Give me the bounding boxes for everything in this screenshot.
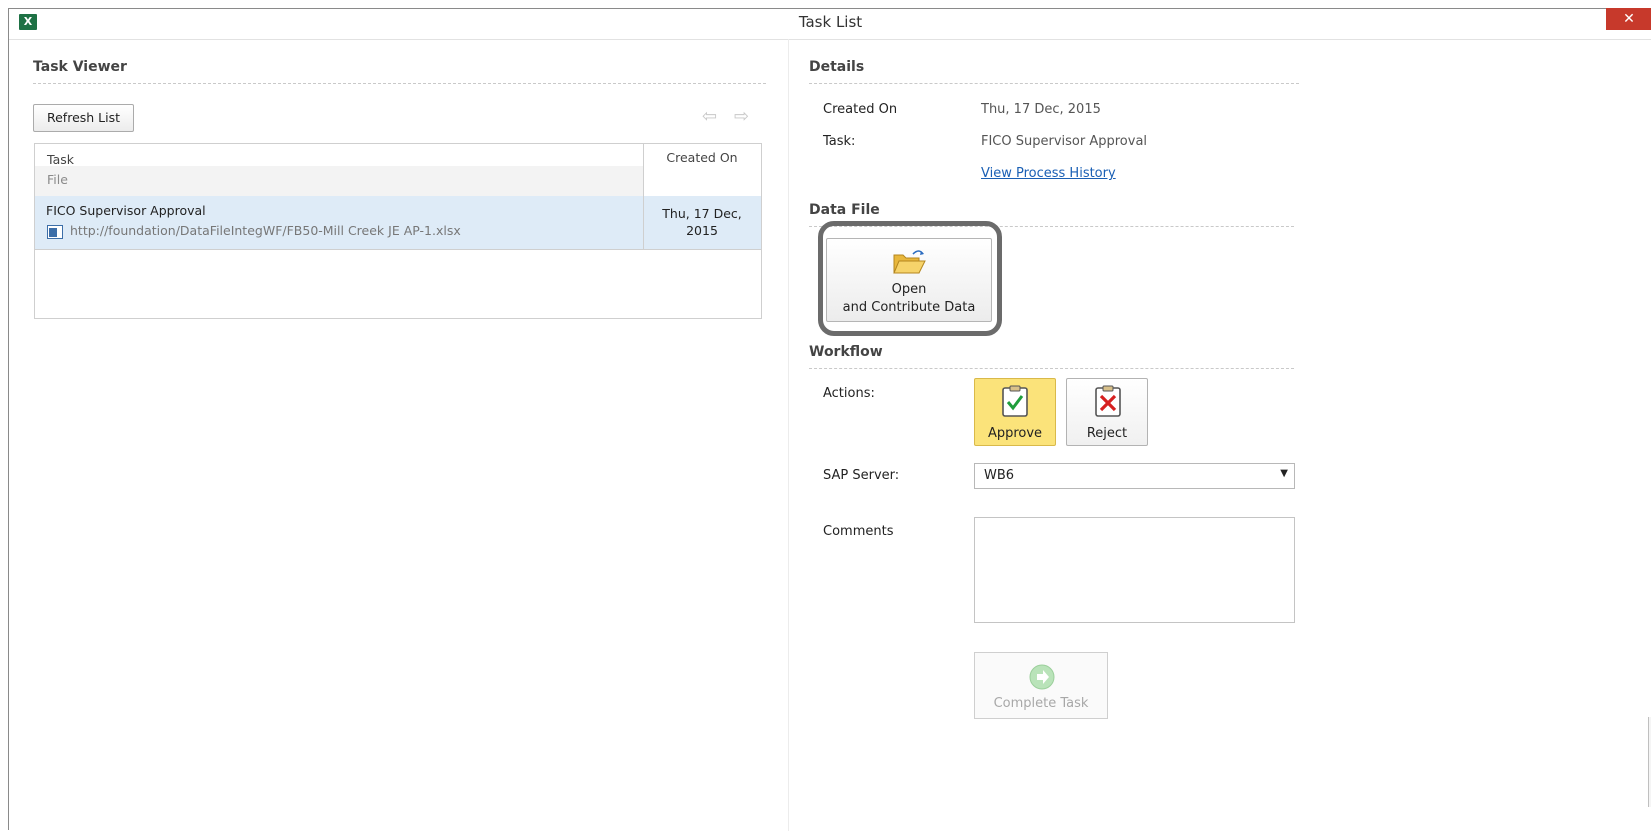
grid-header: Task File Created On [35,144,761,197]
details-title: Details [809,59,865,75]
reject-button[interactable]: Reject [1066,378,1148,446]
task-value: FICO Supervisor Approval [981,134,1148,149]
task-label: Task: [823,134,856,149]
sap-server-label: SAP Server: [823,468,900,483]
details-divider [809,83,1299,84]
comments-field[interactable] [974,517,1295,623]
title-bar: X Task List ✕ [9,8,1651,40]
chevron-down-icon: ▼ [1280,468,1288,479]
row-file-path[interactable]: http://foundation/DataFileIntegWF/FB50-M… [70,223,461,238]
reject-label: Reject [1086,426,1128,441]
column-header-created-on[interactable]: Created On [643,150,761,165]
comments-label: Comments [823,524,894,539]
task-viewer-divider [33,83,766,84]
view-process-history-link[interactable]: View Process History [981,166,1116,181]
sap-server-value: WB6 [984,468,1015,483]
complete-task-button[interactable]: Complete Task [974,652,1108,719]
workflow-divider [809,368,1294,369]
task-grid: Task File Created On FICO Supervisor App… [34,143,762,319]
excel-file-icon [47,225,63,239]
complete-task-label: Complete Task [993,696,1089,711]
task-list-window: X Task List ✕ Task Viewer Refresh List ⇦… [8,8,1651,831]
approve-button[interactable]: Approve [974,378,1056,446]
contribute-data-label: and Contribute Data [842,300,976,315]
grid-column-divider [643,144,644,250]
panel-divider [788,39,789,831]
actions-label: Actions: [823,386,875,401]
open-folder-icon [893,250,926,274]
row-created-on-date: Thu, 17 Dec, [662,206,742,221]
data-file-title: Data File [809,202,880,218]
close-icon: ✕ [1623,11,1635,27]
reject-clipboard-icon [1095,385,1121,417]
row-created-on-year: 2015 [686,223,718,238]
row-task-name: FICO Supervisor Approval [46,203,206,218]
open-label: Open [891,282,927,297]
column-header-file[interactable]: File [47,172,68,187]
task-viewer-title: Task Viewer [33,59,127,75]
next-arrow-icon[interactable]: ⇨ [734,106,749,127]
previous-arrow-icon[interactable]: ⇦ [702,106,717,127]
grid-header-file-band [35,166,643,196]
open-contribute-data-button[interactable]: Open and Contribute Data [826,238,992,322]
workflow-title: Workflow [809,344,883,360]
created-on-value: Thu, 17 Dec, 2015 [981,102,1101,117]
close-button[interactable]: ✕ [1606,8,1651,30]
go-arrow-icon [1029,664,1055,690]
created-on-label: Created On [823,102,898,117]
refresh-list-button[interactable]: Refresh List [33,104,134,132]
window-title: Task List [798,13,863,31]
approve-clipboard-icon [1002,385,1028,417]
sap-server-select[interactable]: WB6 ▼ [974,463,1295,489]
column-header-task[interactable]: Task [47,152,74,167]
table-row[interactable]: FICO Supervisor Approval http://foundati… [35,196,761,250]
approve-label: Approve [987,426,1043,441]
